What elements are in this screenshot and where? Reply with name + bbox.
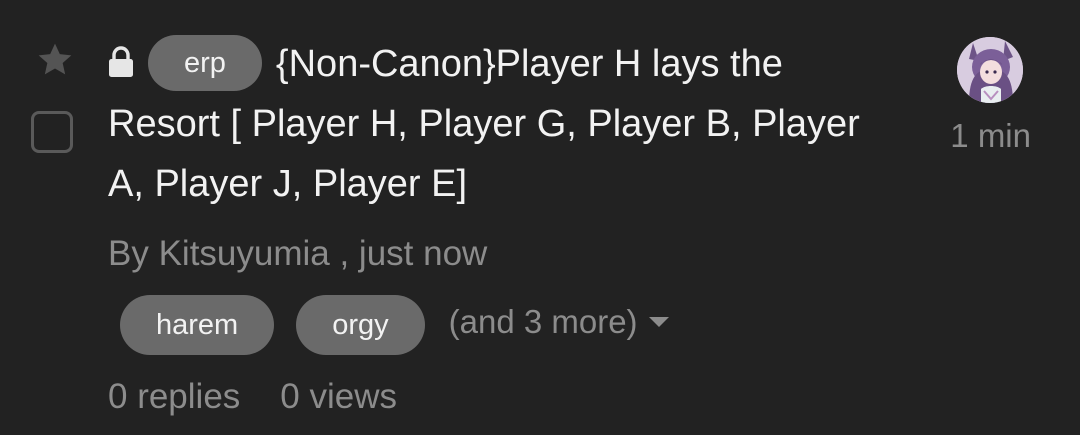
- prefix-badge[interactable]: erp: [148, 35, 262, 91]
- topic-content: erp {Non-Canon}Player H lays the Resort […: [108, 34, 888, 214]
- topic-byline[interactable]: By Kitsuyumia , just now: [108, 229, 487, 279]
- views-count: 0 views: [280, 377, 398, 416]
- tag-orgy[interactable]: orgy: [296, 295, 425, 355]
- caret-down-icon: [648, 317, 669, 327]
- topic-stats: 0 replies 0 views: [108, 372, 397, 422]
- topic-title-line: erp {Non-Canon}Player H lays the Resort […: [108, 34, 888, 214]
- tag-harem[interactable]: harem: [120, 295, 275, 355]
- select-checkbox[interactable]: [31, 111, 73, 153]
- more-tags-toggle[interactable]: (and 3 more): [449, 303, 670, 341]
- star-icon[interactable]: [34, 40, 76, 80]
- last-activity-time[interactable]: 1 min: [950, 113, 1031, 159]
- avatar[interactable]: [957, 37, 1023, 103]
- lock-icon: [109, 46, 133, 77]
- topic-row[interactable]: erp {Non-Canon}Player H lays the Resort […: [0, 0, 1080, 435]
- replies-count: 0 replies: [108, 377, 241, 416]
- avatar-image: [957, 37, 1023, 103]
- more-tags-label: (and 3 more): [448, 303, 638, 340]
- tag-list: harem orgy (and 3 more): [120, 295, 670, 355]
